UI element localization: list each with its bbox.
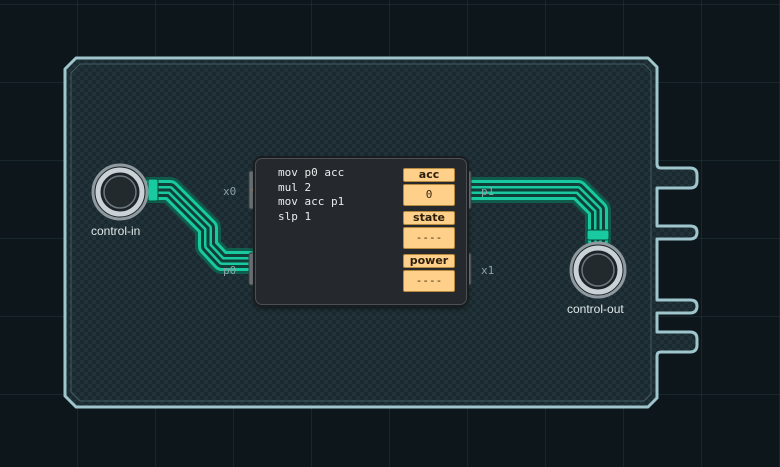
register-state-value: ----	[403, 227, 455, 249]
register-state: state ----	[403, 211, 455, 251]
control-out-connector	[586, 229, 610, 241]
code-line[interactable]: mov acc p1	[278, 195, 344, 210]
pin-p0-label: p0	[223, 264, 237, 277]
pin-p1-label: p1	[481, 185, 495, 198]
register-acc: acc 0	[403, 168, 455, 208]
register-power-value: ----	[403, 270, 455, 292]
workspace-grid: control-in control-out x0 p0 p1 x1 mov p…	[0, 0, 780, 467]
register-acc-name: acc	[403, 168, 455, 182]
control-in-sensor[interactable]	[91, 163, 149, 221]
control-out-label: control-out	[567, 302, 624, 316]
code-line[interactable]: slp 1	[278, 210, 344, 225]
microcontroller[interactable]: mov p0 acc mul 2 mov acc p1 slp 1 acc 0 sta…	[255, 158, 467, 305]
code-line[interactable]: mov p0 acc	[278, 166, 344, 181]
register-acc-value: 0	[403, 184, 455, 206]
control-in-connector	[147, 178, 159, 202]
pin-x1-label: x1	[481, 264, 495, 277]
control-out-sensor[interactable]	[569, 241, 627, 299]
register-power: power ----	[403, 254, 455, 294]
code-line[interactable]: mul 2	[278, 181, 344, 196]
control-in-label: control-in	[91, 224, 141, 238]
register-power-name: power	[403, 254, 455, 268]
pin-x0-label: x0	[223, 185, 237, 198]
register-state-name: state	[403, 211, 455, 225]
code-editor[interactable]: mov p0 acc mul 2 mov acc p1 slp 1	[278, 166, 344, 224]
